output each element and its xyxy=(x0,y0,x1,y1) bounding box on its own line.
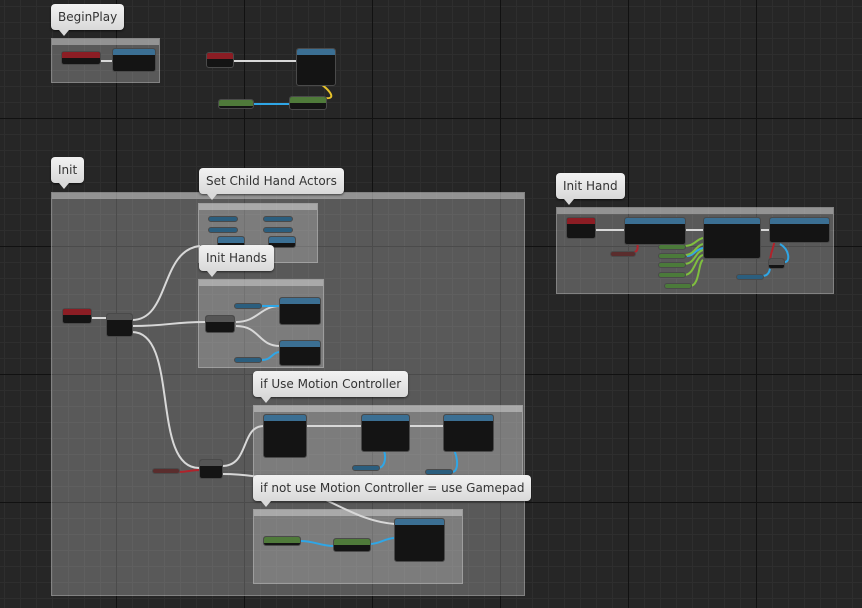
variable-node[interactable] xyxy=(610,251,636,257)
wire-layer xyxy=(92,59,790,547)
variable-node[interactable] xyxy=(208,227,238,233)
function-node[interactable] xyxy=(296,48,336,86)
comment-bubble-init-hand[interactable]: Init Hand xyxy=(556,173,625,205)
function-node[interactable] xyxy=(703,217,761,259)
branch-node[interactable] xyxy=(199,459,223,479)
comment-bubble-init-hands[interactable]: Init Hands xyxy=(199,245,274,277)
function-node[interactable] xyxy=(624,217,686,245)
function-node[interactable] xyxy=(394,518,445,562)
pure-node[interactable] xyxy=(218,99,254,109)
function-node[interactable] xyxy=(769,217,830,243)
variable-node[interactable] xyxy=(658,262,686,268)
event-node[interactable] xyxy=(62,308,92,324)
variable-node[interactable] xyxy=(658,272,686,278)
function-node[interactable] xyxy=(279,340,321,366)
event-node[interactable] xyxy=(206,52,234,68)
variable-node[interactable] xyxy=(234,303,262,309)
variable-node[interactable] xyxy=(658,253,686,259)
variable-node[interactable] xyxy=(664,283,692,289)
sequence-node[interactable] xyxy=(205,315,235,333)
comment-bubble-init[interactable]: Init xyxy=(51,157,85,189)
validated-node[interactable] xyxy=(768,258,785,269)
variable-node[interactable] xyxy=(736,274,764,280)
sequence-node[interactable] xyxy=(106,313,133,337)
comment-bubble-beginplay[interactable]: BeginPlay xyxy=(51,4,125,36)
event-node[interactable] xyxy=(566,217,596,239)
comment-bubble-if-use-motion-controller[interactable]: if Use Motion Controller xyxy=(253,371,409,403)
function-node[interactable] xyxy=(361,414,410,452)
variable-node[interactable] xyxy=(152,468,180,474)
variable-node[interactable] xyxy=(658,244,686,250)
comment-bubble-if-not-use-motion-controller[interactable]: if not use Motion Controller = use Gamep… xyxy=(253,475,532,507)
function-node[interactable] xyxy=(279,297,321,325)
function-node[interactable] xyxy=(112,48,156,72)
function-node[interactable] xyxy=(443,414,494,452)
pure-node[interactable] xyxy=(289,96,327,110)
variable-node[interactable] xyxy=(263,227,293,233)
pure-node[interactable] xyxy=(263,536,301,546)
variable-node[interactable] xyxy=(352,465,380,471)
function-node[interactable] xyxy=(263,414,307,458)
pure-node[interactable] xyxy=(333,538,371,552)
variable-node[interactable] xyxy=(234,357,262,363)
variable-node[interactable] xyxy=(263,216,293,222)
comment-bubble-set-child-hand-actors[interactable]: Set Child Hand Actors xyxy=(199,168,344,200)
event-node[interactable] xyxy=(61,51,101,65)
variable-node[interactable] xyxy=(208,216,238,222)
